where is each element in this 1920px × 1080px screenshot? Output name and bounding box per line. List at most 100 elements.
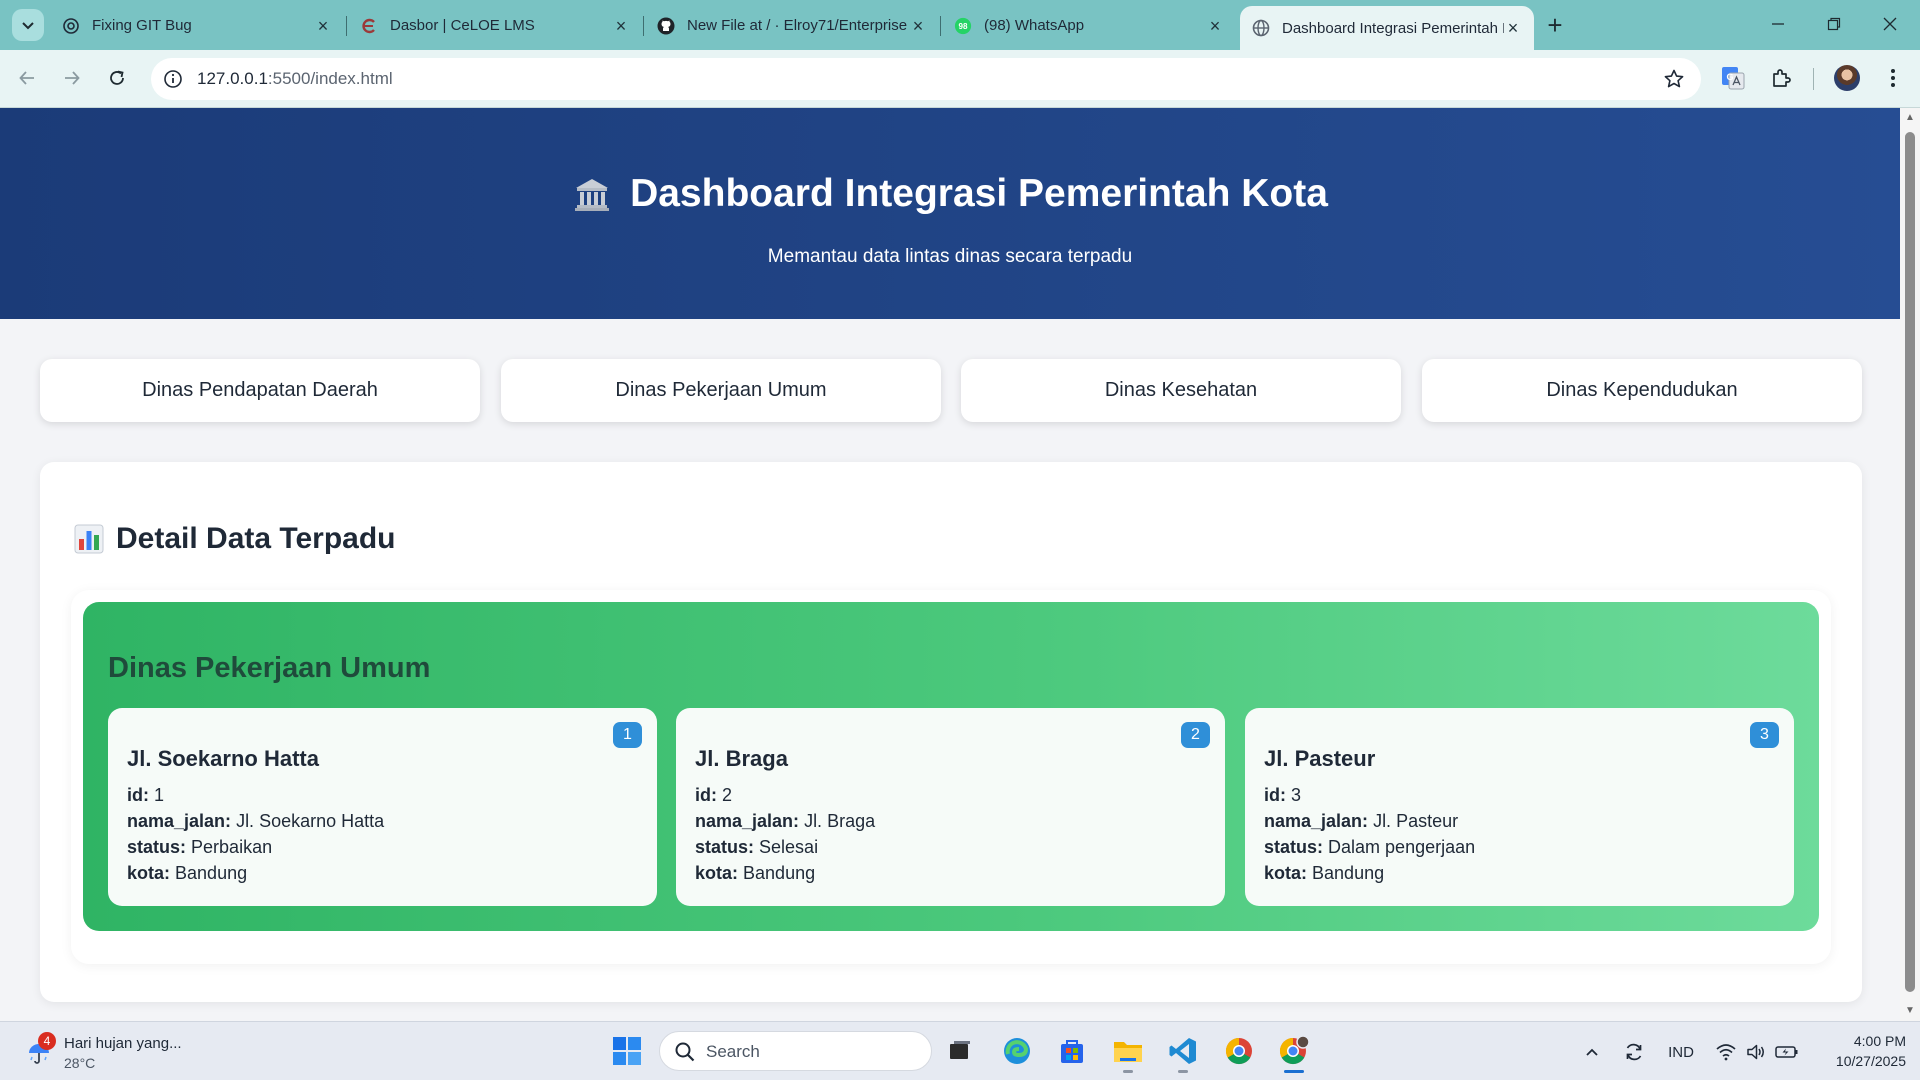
restore-icon xyxy=(1827,17,1841,31)
scroll-down-icon[interactable]: ▼ xyxy=(1904,1005,1916,1017)
google-translate-icon: G xyxy=(1722,67,1745,90)
clock-date: 10/27/2025 xyxy=(1835,1053,1906,1069)
windows-start-icon[interactable] xyxy=(612,1036,642,1066)
arrow-left-icon xyxy=(19,71,34,85)
close-icon[interactable]: × xyxy=(612,17,630,35)
battery-icon[interactable] xyxy=(1774,1040,1800,1064)
translate-extension-button[interactable]: G xyxy=(1718,63,1748,93)
folder-icon xyxy=(1114,1042,1142,1062)
scroll-thumb[interactable] xyxy=(1905,132,1915,992)
detail-title-row: Detail Data Terpadu xyxy=(74,522,396,556)
page-viewport: Dashboard Integrasi Pemerintah Kota Mema… xyxy=(0,108,1900,1021)
new-tab-button[interactable]: + xyxy=(1540,11,1570,41)
language-indicator[interactable]: IND xyxy=(1660,1040,1702,1064)
page-title-row: Dashboard Integrasi Pemerintah Kota xyxy=(0,172,1900,216)
field-label: kota: xyxy=(695,863,739,883)
road-field-status: status: Perbaikan xyxy=(127,834,639,860)
road-field-id: id: 3 xyxy=(1264,782,1776,808)
dinas-section-title: Dinas Pekerjaan Umum xyxy=(108,652,431,684)
dinas-kependudukan-button[interactable]: Dinas Kependudukan xyxy=(1422,359,1862,422)
tab-whatsapp[interactable]: 98 (98) WhatsApp × xyxy=(942,7,1236,44)
celoe-icon xyxy=(360,17,378,35)
globe-icon xyxy=(1252,19,1270,37)
edge-icon xyxy=(1004,1038,1030,1064)
detail-title: Detail Data Terpadu xyxy=(116,522,396,555)
tab-search-button[interactable] xyxy=(12,9,44,41)
reload-button[interactable] xyxy=(100,61,134,95)
bar-chart-icon xyxy=(74,524,104,554)
tab-dashboard-integrasi[interactable]: Dashboard Integrasi Pemerintah Kota × xyxy=(1240,6,1534,50)
close-icon[interactable]: × xyxy=(1206,17,1224,35)
tab-title: Fixing GIT Bug xyxy=(92,17,192,34)
road-index-badge: 3 xyxy=(1750,722,1779,748)
road-field-kota: kota: Bandung xyxy=(127,860,639,886)
taskbar-clock[interactable]: 4:00 PM 10/27/2025 xyxy=(1810,1031,1906,1071)
dinas-pekerjaan-umum-button[interactable]: Dinas Pekerjaan Umum xyxy=(501,359,941,422)
restore-button[interactable] xyxy=(1806,0,1862,48)
search-label: Search xyxy=(706,1042,760,1061)
vscode-app[interactable] xyxy=(1165,1033,1201,1073)
road-field-kota: kota: Bandung xyxy=(695,860,1207,886)
close-icon[interactable]: × xyxy=(909,17,927,35)
minimize-icon xyxy=(1772,23,1784,25)
minimize-button[interactable] xyxy=(1750,0,1806,48)
info-icon[interactable] xyxy=(163,69,183,89)
detail-panel: Detail Data Terpadu Dinas Pekerjaan Umum… xyxy=(40,462,1862,1002)
store-app[interactable] xyxy=(1054,1033,1090,1069)
back-button[interactable] xyxy=(10,61,44,95)
bookmark-star-icon[interactable] xyxy=(1663,68,1685,90)
road-name: Jl. Braga xyxy=(695,746,788,771)
url-path: :5500/index.html xyxy=(267,69,393,88)
close-icon[interactable]: × xyxy=(314,17,332,35)
field-label: status: xyxy=(695,837,755,857)
chrome-app[interactable] xyxy=(1221,1033,1257,1069)
extensions-button[interactable] xyxy=(1766,63,1796,93)
tab-strip: Fixing GIT Bug × Dasbor | CeLOE LMS × Ne… xyxy=(0,0,1920,50)
close-window-button[interactable] xyxy=(1862,0,1918,48)
volume-icon[interactable] xyxy=(1744,1040,1768,1064)
field-value: Jl. Braga xyxy=(804,811,876,831)
road-name: Jl. Soekarno Hatta xyxy=(127,746,319,771)
road-card: 2 Jl. Braga id: 2 nama_jalan: Jl. Braga … xyxy=(676,708,1225,906)
whatsapp-icon: 98 xyxy=(954,17,972,35)
forward-button[interactable] xyxy=(55,61,89,95)
dinas-section-card: Dinas Pekerjaan Umum 1 Jl. Soekarno Hatt… xyxy=(83,602,1819,931)
dinas-kesehatan-button[interactable]: Dinas Kesehatan xyxy=(961,359,1401,422)
weather-widget[interactable]: 4 Hari hujan yang... 28°C xyxy=(22,1032,222,1074)
browser-menu-button[interactable] xyxy=(1878,63,1908,93)
field-value: Perbaikan xyxy=(191,837,273,857)
edge-app[interactable] xyxy=(999,1033,1035,1069)
dinas-pendapatan-button[interactable]: Dinas Pendapatan Daerah xyxy=(40,359,480,422)
tab-fixing-git-bug[interactable]: Fixing GIT Bug × xyxy=(50,7,344,44)
page-subtitle: Memantau data lintas dinas secara terpad… xyxy=(767,246,1133,267)
field-value: Selesai xyxy=(759,837,819,857)
browser-toolbar: 127.0.0.1:5500/index.html G xyxy=(0,50,1920,108)
road-name: Jl. Pasteur xyxy=(1264,746,1376,771)
notification-badge: 4 xyxy=(38,1032,56,1050)
page-scrollbar[interactable]: ▲ ▼ xyxy=(1900,108,1920,1021)
scroll-up-icon[interactable]: ▲ xyxy=(1904,112,1916,124)
openai-icon xyxy=(62,17,80,35)
svg-text:G: G xyxy=(1726,72,1733,82)
arrow-right-icon xyxy=(65,71,80,85)
task-view-button[interactable] xyxy=(942,1033,978,1069)
address-bar[interactable]: 127.0.0.1:5500/index.html xyxy=(151,58,1701,100)
url-text: 127.0.0.1:5500/index.html xyxy=(197,69,393,89)
road-field-nama-jalan: nama_jalan: Jl. Pasteur xyxy=(1264,808,1776,834)
chevron-down-icon xyxy=(22,22,34,30)
tab-celoe-lms[interactable]: Dasbor | CeLOE LMS × xyxy=(348,7,642,44)
taskbar-search-box[interactable]: Search xyxy=(659,1031,932,1071)
profile-avatar[interactable] xyxy=(1834,65,1860,91)
tab-github-new-file[interactable]: New File at / · Elroy71/Enterprise × xyxy=(645,7,939,44)
chrome-profile-app[interactable] xyxy=(1276,1033,1312,1073)
chrome-profile-icon xyxy=(1279,1035,1310,1065)
field-label: id: xyxy=(695,785,717,805)
sync-tray-button[interactable] xyxy=(1620,1040,1648,1064)
show-hidden-icons-button[interactable] xyxy=(1580,1040,1604,1064)
close-icon[interactable]: × xyxy=(1504,19,1522,37)
wifi-icon[interactable] xyxy=(1714,1040,1738,1064)
file-explorer-app[interactable] xyxy=(1110,1033,1146,1073)
close-icon xyxy=(1883,17,1897,31)
vscode-icon xyxy=(1169,1038,1196,1064)
field-label: kota: xyxy=(127,863,171,883)
